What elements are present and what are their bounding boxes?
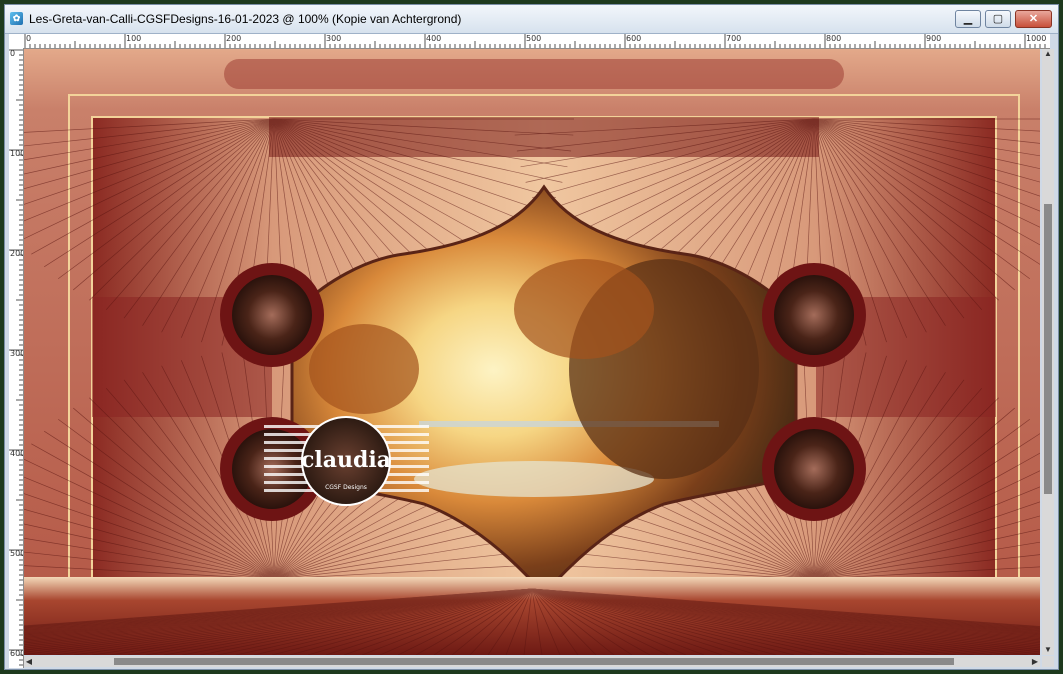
vruler-label-200: 200: [10, 249, 24, 258]
ruler-label-800: 800: [826, 34, 842, 43]
artwork: claudia CGSF Designs: [24, 49, 1040, 655]
vruler-label-300: 300: [10, 349, 24, 358]
top-blur-band: [224, 59, 844, 89]
horizontal-scrollbar[interactable]: ◀ ▶: [24, 656, 1040, 667]
horizontal-ruler[interactable]: 0 100 200 300 400 500 600 700 800 900 10…: [23, 34, 1050, 49]
ruler-label-200: 200: [226, 34, 242, 43]
ruler-label-300: 300: [326, 34, 342, 43]
vruler-label-600: 600: [10, 649, 24, 658]
right-upper-ornament: [762, 263, 866, 367]
scroll-up-button[interactable]: ▲: [1043, 49, 1053, 59]
image-window: ✿ Les-Greta-van-Calli-CGSFDesigns-16-01-…: [4, 4, 1059, 670]
ruler-label-900: 900: [926, 34, 942, 43]
ruler-label-600: 600: [626, 34, 642, 43]
maximize-button[interactable]: ▢: [985, 10, 1011, 28]
vruler-label-500: 500: [10, 549, 24, 558]
river: [414, 461, 654, 497]
ruler-label-400: 400: [426, 34, 442, 43]
ruler-corner: [9, 34, 24, 49]
watermark-text: claudia: [301, 447, 391, 473]
vruler-label-400: 400: [10, 449, 24, 458]
tree-canopy: [514, 259, 654, 359]
close-button[interactable]: ✕: [1015, 10, 1052, 28]
ruler-label-1000: 1000: [1026, 34, 1047, 43]
vertical-scroll-thumb[interactable]: [1044, 204, 1052, 494]
title-bar[interactable]: ✿ Les-Greta-van-Calli-CGSFDesigns-16-01-…: [5, 5, 1058, 34]
minimize-button[interactable]: ▁: [955, 10, 981, 28]
vruler-label-100: 100: [10, 149, 24, 158]
ruler-label-100: 100: [126, 34, 142, 43]
vruler-label-0: 0: [10, 49, 16, 58]
ruler-label-0: 0: [26, 34, 32, 43]
vertical-ruler-ticks: [9, 49, 23, 666]
ruler-label-700: 700: [726, 34, 742, 43]
app-icon: ✿: [10, 12, 23, 25]
vertical-scrollbar[interactable]: ▲ ▼: [1042, 49, 1054, 655]
right-lower-ornament: [762, 417, 866, 521]
ruler-label-500: 500: [526, 34, 542, 43]
image-canvas[interactable]: claudia CGSF Designs: [24, 49, 1040, 655]
scroll-left-button[interactable]: ◀: [24, 656, 34, 667]
window-title: Les-Greta-van-Calli-CGSFDesigns-16-01-20…: [29, 12, 462, 26]
scrollbar-corner: [1042, 656, 1054, 667]
tree-left: [309, 324, 419, 414]
horizontal-scroll-thumb[interactable]: [114, 658, 954, 665]
scroll-right-button[interactable]: ▶: [1030, 656, 1040, 667]
watermark-subtext: CGSF Designs: [325, 484, 367, 491]
left-upper-ornament: [220, 263, 324, 367]
scroll-down-button[interactable]: ▼: [1043, 645, 1053, 655]
vertical-ruler[interactable]: 0 100 200 300 400 500 600: [9, 48, 24, 668]
